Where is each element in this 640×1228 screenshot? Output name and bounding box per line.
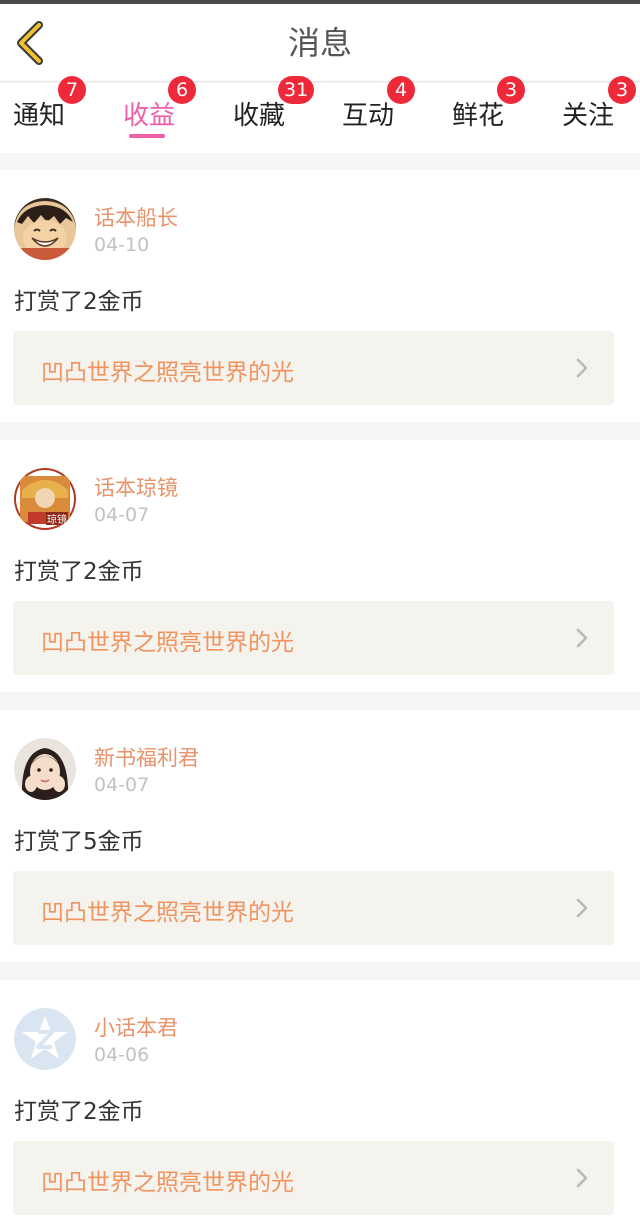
message-text: 打赏了5金币 [14,829,144,855]
book-link[interactable]: 凹凸世界之照亮世界的光 [13,1141,614,1215]
book-link[interactable]: 凹凸世界之照亮世界的光 [13,331,614,405]
back-button[interactable] [0,4,60,82]
tab-follows[interactable]: 关注 3 [562,76,636,153]
user-name[interactable]: 话本琼镜 [94,472,178,502]
tab-bar: 通知 7 收益 6 收藏 31 互动 4 鲜花 3 关注 3 [0,76,640,153]
tab-label: 收藏 [233,101,286,131]
tab-badge: 31 [278,76,315,104]
tab-label: 收益 [123,101,176,131]
user-name[interactable]: 小话本君 [94,1012,178,1042]
avatar-text: 琼镜 [47,513,67,526]
avatar[interactable] [14,738,76,800]
tab-flowers[interactable]: 鲜花 3 [452,76,525,153]
back-chevron-icon [17,21,43,65]
message-date: 04-06 [94,1044,150,1066]
chevron-right-icon [576,1168,588,1188]
chevron-right-icon [576,628,588,648]
tab-interactions[interactable]: 互动 4 [342,76,415,153]
avatar[interactable] [14,1008,76,1070]
book-title: 凹凸世界之照亮世界的光 [41,900,294,926]
avatar[interactable]: 琼镜 [14,468,76,530]
book-link[interactable]: 凹凸世界之照亮世界的光 [13,871,614,945]
book-link[interactable]: 凹凸世界之照亮世界的光 [13,601,614,675]
message-text: 打赏了2金币 [14,289,144,315]
tab-favorites[interactable]: 收藏 31 [233,76,315,153]
message-card: 话本船长 04-10 打赏了2金币 凹凸世界之照亮世界的光 [0,170,640,422]
tab-label: 互动 [342,101,395,131]
tab-badge: 3 [608,76,636,104]
tab-badge: 7 [58,76,86,104]
tab-label: 关注 [562,101,615,131]
message-date: 04-07 [94,774,150,796]
avatar[interactable] [14,198,76,260]
user-name[interactable]: 话本船长 [94,202,178,232]
tab-badge: 6 [168,76,196,104]
active-tab-indicator [129,134,165,138]
tab-label: 通知 [13,101,66,131]
book-title: 凹凸世界之照亮世界的光 [41,1170,294,1196]
tab-notice[interactable]: 通知 7 [13,76,86,153]
message-text: 打赏了2金币 [14,1099,144,1125]
message-text: 打赏了2金币 [14,559,144,585]
tab-badge: 3 [497,76,525,104]
tab-label: 鲜花 [452,101,505,131]
page-title: 消息 [287,24,352,62]
message-date: 04-10 [94,234,150,256]
book-title: 凹凸世界之照亮世界的光 [41,360,294,386]
message-card: 新书福利君 04-07 打赏了5金币 凹凸世界之照亮世界的光 [0,710,640,962]
message-date: 04-07 [94,504,150,526]
tab-earnings[interactable]: 收益 6 [123,76,196,153]
book-title: 凹凸世界之照亮世界的光 [41,630,294,656]
nav-bar: 消息 [0,4,640,82]
message-card: 琼镜 话本琼镜 04-07 打赏了2金币 凹凸世界之照亮世界的光 [0,440,640,692]
tab-badge: 4 [387,76,415,104]
message-card: 小话本君 04-06 打赏了2金币 凹凸世界之照亮世界的光 [0,980,640,1228]
chevron-right-icon [576,358,588,378]
chevron-right-icon [576,898,588,918]
user-name[interactable]: 新书福利君 [94,742,199,772]
